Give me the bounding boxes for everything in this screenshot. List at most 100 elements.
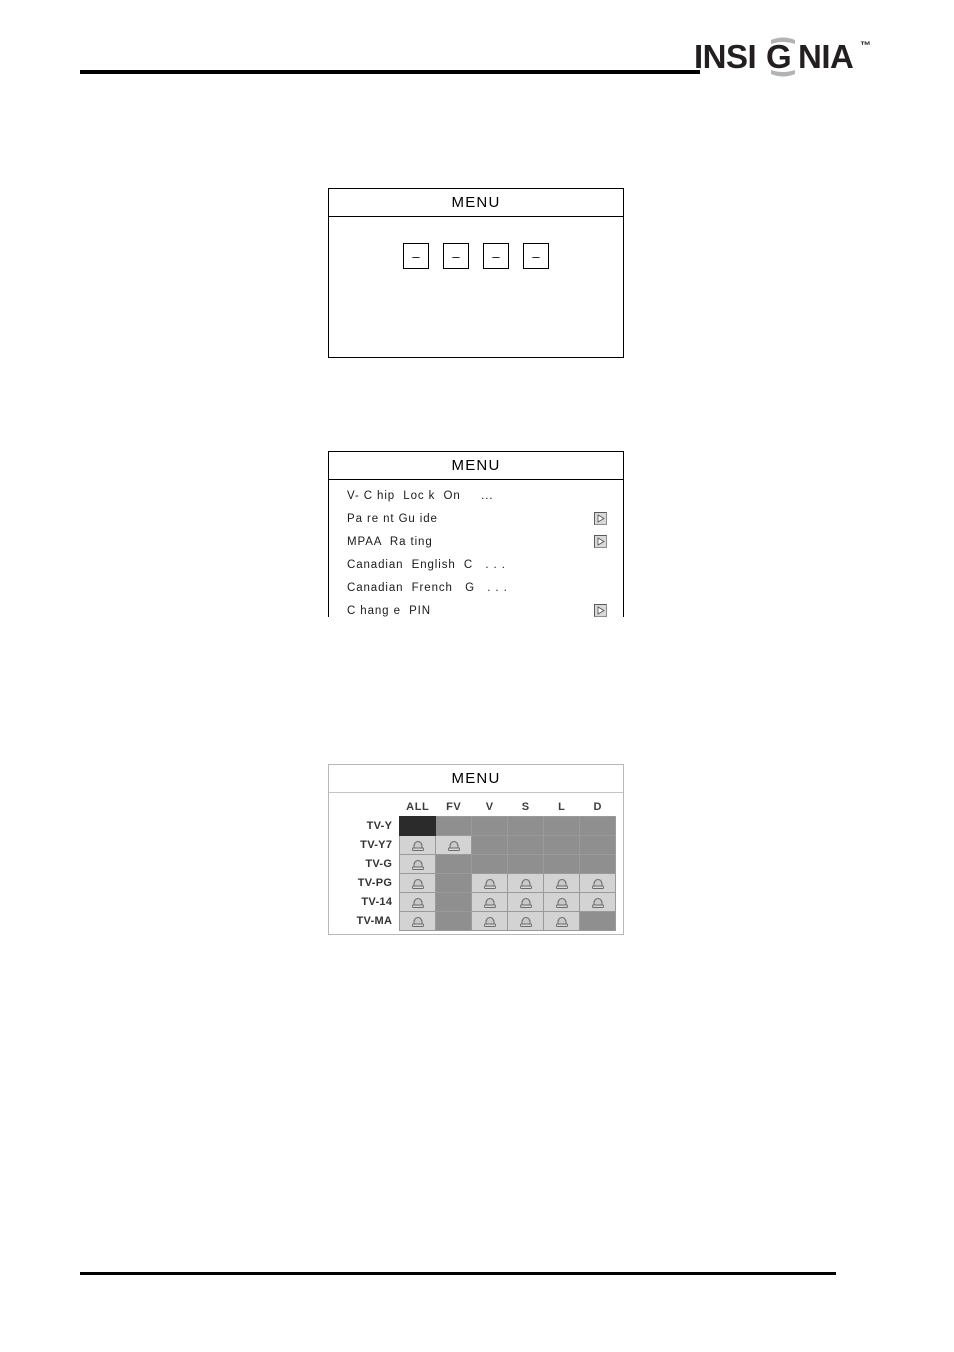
- rating-cell[interactable]: [507, 835, 545, 855]
- vchip-option-row[interactable]: Canadian English C . . .: [329, 553, 623, 576]
- rating-cell[interactable]: [435, 835, 473, 855]
- osd-title-pin: MENU: [329, 189, 623, 217]
- pin-entry-row: – – – –: [329, 243, 623, 269]
- osd-title-rating: MENU: [329, 765, 623, 793]
- lock-icon: [555, 879, 568, 889]
- rating-row-header: TV-14: [361, 896, 393, 908]
- rating-cell[interactable]: [471, 854, 509, 874]
- lock-icon: [411, 898, 424, 908]
- vchip-option-value: On ...: [435, 489, 494, 502]
- rating-grid-corner: [336, 801, 400, 817]
- header-divider-rule: [80, 70, 700, 74]
- rating-cell[interactable]: [399, 911, 437, 931]
- rating-cell[interactable]: [435, 816, 473, 836]
- submenu-arrow-icon[interactable]: [594, 512, 607, 525]
- rating-cell[interactable]: [435, 854, 473, 874]
- rating-cell[interactable]: [399, 854, 437, 874]
- svg-text:NIA: NIA: [798, 38, 853, 75]
- pin-digit-box-3[interactable]: –: [483, 243, 509, 269]
- rating-cell[interactable]: [471, 911, 509, 931]
- rating-cell[interactable]: [435, 873, 473, 893]
- rating-grid-row: TV-G: [336, 854, 617, 874]
- lock-icon: [519, 917, 532, 927]
- rating-row-header: TV-PG: [357, 877, 393, 889]
- lock-icon: [591, 898, 604, 908]
- rating-grid-header-row: ALL FV V S L D: [336, 801, 616, 817]
- trademark-symbol: ™: [860, 40, 871, 52]
- rating-cell[interactable]: [435, 911, 473, 931]
- rating-cell[interactable]: [507, 892, 545, 912]
- rating-cell[interactable]: [399, 816, 437, 836]
- rating-cell[interactable]: [579, 816, 617, 836]
- vchip-option-row[interactable]: C hang e PIN: [329, 599, 623, 617]
- rating-column-header: ALL: [406, 801, 430, 813]
- rating-cell[interactable]: [579, 873, 617, 893]
- vchip-option-list: V- C hip Loc k On ... Pa re nt Gu ide MPAA…: [329, 480, 623, 617]
- rating-cell[interactable]: [543, 873, 581, 893]
- lock-icon: [483, 917, 496, 927]
- rating-cell[interactable]: [399, 892, 437, 912]
- svg-text:G: G: [766, 38, 792, 75]
- rating-column-header: L: [558, 801, 566, 813]
- rating-row-header: TV-G: [365, 858, 393, 870]
- lock-icon: [411, 879, 424, 889]
- lock-icon: [411, 841, 424, 851]
- submenu-arrow-icon[interactable]: [594, 604, 607, 617]
- vchip-option-label: Canadian English C . . .: [347, 558, 506, 571]
- rating-cell[interactable]: [543, 892, 581, 912]
- rating-cell[interactable]: [543, 816, 581, 836]
- lock-icon: [447, 841, 460, 851]
- rating-cell[interactable]: [471, 892, 509, 912]
- rating-cell[interactable]: [507, 873, 545, 893]
- rating-grid-row: TV-Y7: [336, 835, 617, 855]
- rating-cell[interactable]: [507, 854, 545, 874]
- rating-row-header: TV-Y: [366, 820, 393, 832]
- rating-cell[interactable]: [435, 892, 473, 912]
- vchip-option-row[interactable]: V- C hip Loc k On ...: [329, 484, 623, 507]
- vchip-option-row[interactable]: Canadian French G . . .: [329, 576, 623, 599]
- vchip-option-label: MPAA Ra ting: [347, 535, 433, 548]
- submenu-arrow-icon[interactable]: [594, 535, 607, 548]
- rating-row-header: TV-Y7: [360, 839, 393, 851]
- rating-column-header: D: [593, 801, 603, 813]
- lock-icon: [411, 860, 424, 870]
- rating-cell[interactable]: [579, 835, 617, 855]
- vchip-option-row[interactable]: MPAA Ra ting: [329, 530, 623, 553]
- lock-icon: [519, 879, 532, 889]
- pin-digit-box-2[interactable]: –: [443, 243, 469, 269]
- rating-cell[interactable]: [471, 816, 509, 836]
- rating-cell[interactable]: [579, 892, 617, 912]
- osd-menu-vchip-options: MENU V- C hip Loc k On ... Pa re nt Gu id…: [328, 451, 624, 617]
- rating-cell[interactable]: [507, 911, 545, 931]
- rating-cell[interactable]: [471, 835, 509, 855]
- lock-icon: [591, 879, 604, 889]
- rating-cell[interactable]: [543, 911, 581, 931]
- rating-cell[interactable]: [543, 835, 581, 855]
- rating-grid-wrap: ALL FV V S L D TV-Y TV-Y7 TV-G TV-PG TV-14 TV-MA: [329, 793, 623, 931]
- lock-icon: [483, 898, 496, 908]
- tv-rating-table: ALL FV V S L D TV-Y TV-Y7 TV-G TV-PG TV-14 TV-MA: [336, 801, 617, 931]
- insignia-logo: INSI G NIA ™: [694, 36, 876, 78]
- vchip-option-row[interactable]: Pa re nt Gu ide: [329, 507, 623, 530]
- rating-cell[interactable]: [399, 873, 437, 893]
- vchip-option-label: C hang e PIN: [347, 604, 431, 617]
- pin-digit-box-4[interactable]: –: [523, 243, 549, 269]
- rating-cell[interactable]: [579, 911, 617, 931]
- vchip-option-label: Pa re nt Gu ide: [347, 512, 438, 525]
- osd-menu-pin-entry: MENU – – – –: [328, 188, 624, 358]
- lock-icon: [519, 898, 532, 908]
- pin-digit-box-1[interactable]: –: [403, 243, 429, 269]
- rating-grid-row: TV-PG: [336, 873, 617, 893]
- vchip-option-label: V- C hip Loc k: [347, 489, 436, 502]
- rating-row-header: TV-MA: [356, 915, 393, 927]
- page-header: INSI G NIA ™: [0, 0, 954, 100]
- rating-cell[interactable]: [399, 835, 437, 855]
- rating-cell[interactable]: [579, 854, 617, 874]
- footer-divider-rule: [80, 1272, 836, 1275]
- rating-column-header: S: [521, 801, 530, 813]
- lock-icon: [555, 898, 568, 908]
- rating-cell[interactable]: [471, 873, 509, 893]
- rating-cell[interactable]: [543, 854, 581, 874]
- rating-cell[interactable]: [507, 816, 545, 836]
- rating-grid-row: TV-Y: [336, 816, 617, 836]
